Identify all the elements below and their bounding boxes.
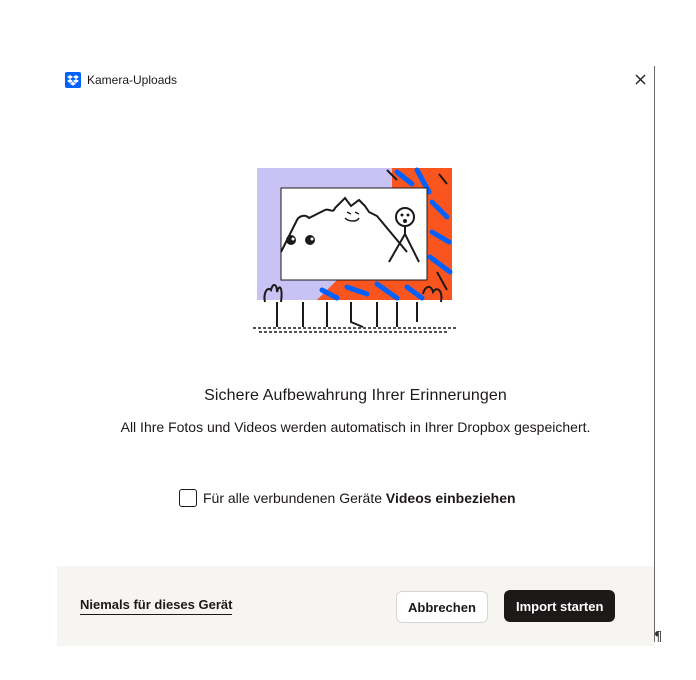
include-videos-label[interactable]: Für alle verbundenen Geräte Videos einbe… [203, 490, 516, 506]
include-videos-option[interactable]: Für alle verbundenen Geräte Videos einbe… [179, 487, 516, 509]
dropbox-icon [65, 72, 81, 88]
description-text: All Ihre Fotos und Videos werden automat… [120, 419, 591, 435]
close-button[interactable] [631, 70, 649, 88]
window-edge [654, 66, 655, 642]
photo-frame-illustration [253, 167, 457, 333]
include-videos-label-bold: Videos einbeziehen [385, 490, 516, 506]
title-bar: Kamera-Uploads [65, 70, 654, 90]
pilcrow-mark: ¶ [654, 630, 663, 645]
window-title: Kamera-Uploads [87, 73, 178, 87]
include-videos-checkbox[interactable] [179, 489, 197, 507]
never-for-this-device-link[interactable]: Niemals für dieses Gerät [80, 597, 233, 615]
include-videos-label-prefix: Für alle verbundenen Geräte [203, 490, 386, 506]
headline: Sichere Aufbewahrung Ihrer Erinnerungen [204, 387, 507, 404]
camera-uploads-dialog: Kamera-Uploads Sichere Aufbewahrung Ihre… [57, 62, 654, 646]
close-icon [635, 74, 645, 84]
cancel-button[interactable]: Abbrechen [396, 591, 488, 623]
start-import-button[interactable]: Import starten [504, 590, 616, 622]
dialog-footer: Niemals für dieses Gerät Abbrechen Impor… [57, 566, 654, 646]
